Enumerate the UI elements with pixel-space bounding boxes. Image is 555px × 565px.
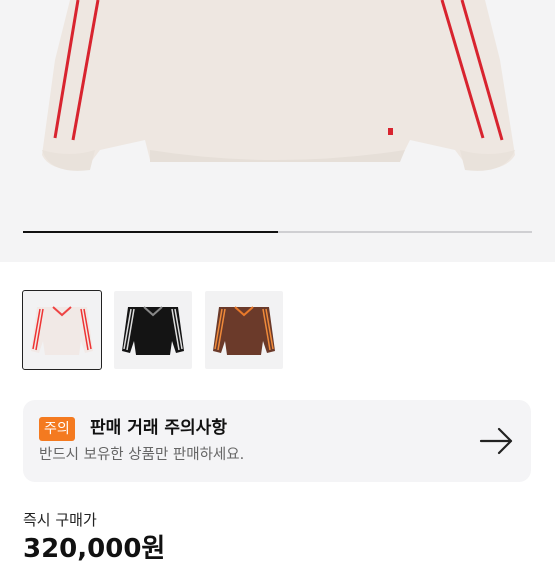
arrow-right-icon[interactable] — [479, 426, 515, 456]
price-value: 320,000원 — [23, 534, 166, 564]
notice-badge: 주의 — [39, 417, 75, 441]
sweater-image — [42, 0, 515, 171]
trade-notice-card[interactable]: 주의 판매 거래 주의사항 반드시 보유한 상품만 판매하세요. — [23, 400, 531, 482]
notice-subtitle: 반드시 보유한 상품만 판매하세요. — [39, 447, 245, 463]
sweater-brown-icon — [213, 306, 275, 355]
thumbnail-cream[interactable] — [22, 290, 102, 370]
price-label: 즉시 구매가 — [23, 511, 97, 529]
carousel-progress-track — [23, 231, 532, 233]
thumbnail-brown[interactable] — [205, 291, 283, 369]
sweater-black-icon — [122, 306, 184, 355]
notice-title: 판매 거래 주의사항 — [90, 418, 227, 438]
product-image-carousel[interactable] — [0, 0, 555, 262]
thumbnail-black[interactable] — [114, 291, 192, 369]
carousel-progress-fill — [23, 231, 278, 233]
sweater-cream-icon — [31, 306, 93, 355]
